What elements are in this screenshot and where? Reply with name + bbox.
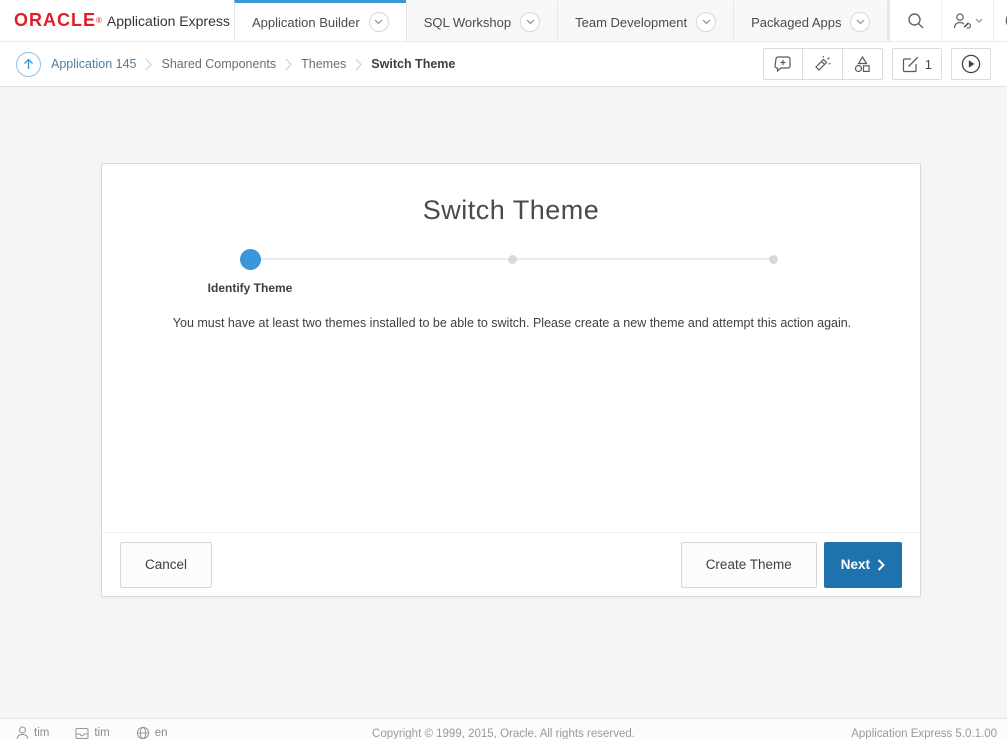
- wizard-button-bar: Cancel Create Theme Next: [102, 532, 920, 596]
- tab-packaged-apps[interactable]: Packaged Apps: [733, 0, 888, 41]
- tab-team-development[interactable]: Team Development: [557, 0, 733, 41]
- tab-label: Team Development: [575, 15, 687, 30]
- tab-label: Application Builder: [252, 15, 360, 30]
- cancel-button[interactable]: Cancel: [120, 542, 212, 588]
- create-theme-button[interactable]: Create Theme: [681, 542, 817, 588]
- help-menu-button[interactable]: ?: [993, 0, 1007, 41]
- page-footer: tim tim en Copyright © 1999, 2015, Oracl…: [0, 718, 1007, 739]
- breadcrumb-application[interactable]: Application 145: [51, 57, 136, 71]
- product-name: Application Express: [107, 13, 230, 29]
- up-level-button[interactable]: [16, 52, 41, 77]
- chevron-right-icon: [877, 559, 885, 571]
- run-application-button[interactable]: [951, 48, 991, 80]
- footer-version: Application Express 5.0.1.00: [851, 728, 997, 739]
- admin-user-wrench-icon: [952, 12, 972, 30]
- tab-sql-workshop[interactable]: SQL Workshop: [406, 0, 557, 41]
- next-button-label: Next: [841, 557, 870, 572]
- comment-plus-icon: [774, 56, 792, 72]
- switch-theme-wizard-card: Switch Theme Identify Theme You must hav…: [101, 163, 921, 597]
- flashlight-icon: [813, 56, 831, 73]
- chevron-down-icon[interactable]: [696, 12, 716, 32]
- main-tabs: Application Builder SQL Workshop Team De…: [234, 0, 888, 41]
- breadcrumb-bar: Application 145 Shared Components Themes…: [0, 42, 1007, 87]
- chevron-down-icon[interactable]: [520, 12, 540, 32]
- breadcrumb-themes[interactable]: Themes: [301, 57, 346, 71]
- logo: ORACLE ® Application Express: [0, 0, 234, 41]
- next-button[interactable]: Next: [824, 542, 902, 588]
- search-button[interactable]: [889, 0, 941, 41]
- shapes-icon: [854, 56, 871, 73]
- edit-page-icon: [902, 56, 919, 73]
- step-dot: [508, 255, 517, 264]
- breadcrumb-separator-icon: [285, 58, 292, 71]
- tab-label: SQL Workshop: [424, 15, 511, 30]
- breadcrumb-separator-icon: [145, 58, 152, 71]
- edit-page-button[interactable]: 1: [892, 48, 942, 80]
- edit-page-number: 1: [925, 57, 932, 72]
- oracle-logo: ORACLE: [14, 10, 96, 31]
- shared-components-button[interactable]: [843, 48, 883, 80]
- wizard-progress: Identify Theme: [102, 248, 922, 308]
- tab-application-builder[interactable]: Application Builder: [234, 0, 406, 41]
- page-title: Switch Theme: [102, 195, 920, 226]
- tab-label: Packaged Apps: [751, 15, 841, 30]
- search-icon: [907, 12, 925, 30]
- feedback-button[interactable]: [763, 48, 803, 80]
- wizard-message: You must have at least two themes instal…: [102, 316, 922, 330]
- header-utilities: ?: [888, 0, 1007, 41]
- breadcrumb-shared-components[interactable]: Shared Components: [161, 57, 276, 71]
- current-step-dot: [240, 249, 261, 270]
- breadcrumb-separator-icon: [355, 58, 362, 71]
- play-icon: [961, 54, 981, 74]
- current-step-label: Identify Theme: [170, 281, 330, 295]
- chevron-down-icon[interactable]: [850, 12, 870, 32]
- step-dot: [769, 255, 778, 264]
- utility-button-group: [763, 48, 883, 80]
- page-toolbar: 1: [763, 48, 991, 80]
- breadcrumb-current-page: Switch Theme: [371, 57, 455, 71]
- advisor-button[interactable]: [803, 48, 843, 80]
- chevron-down-icon: [975, 18, 983, 23]
- registered-mark: ®: [96, 16, 102, 25]
- top-navigation-bar: ORACLE ® Application Express Application…: [0, 0, 1007, 42]
- chevron-down-icon[interactable]: [369, 12, 389, 32]
- administration-menu-button[interactable]: [941, 0, 993, 41]
- arrow-up-icon: [23, 58, 34, 70]
- breadcrumb: Application 145 Shared Components Themes…: [51, 57, 455, 71]
